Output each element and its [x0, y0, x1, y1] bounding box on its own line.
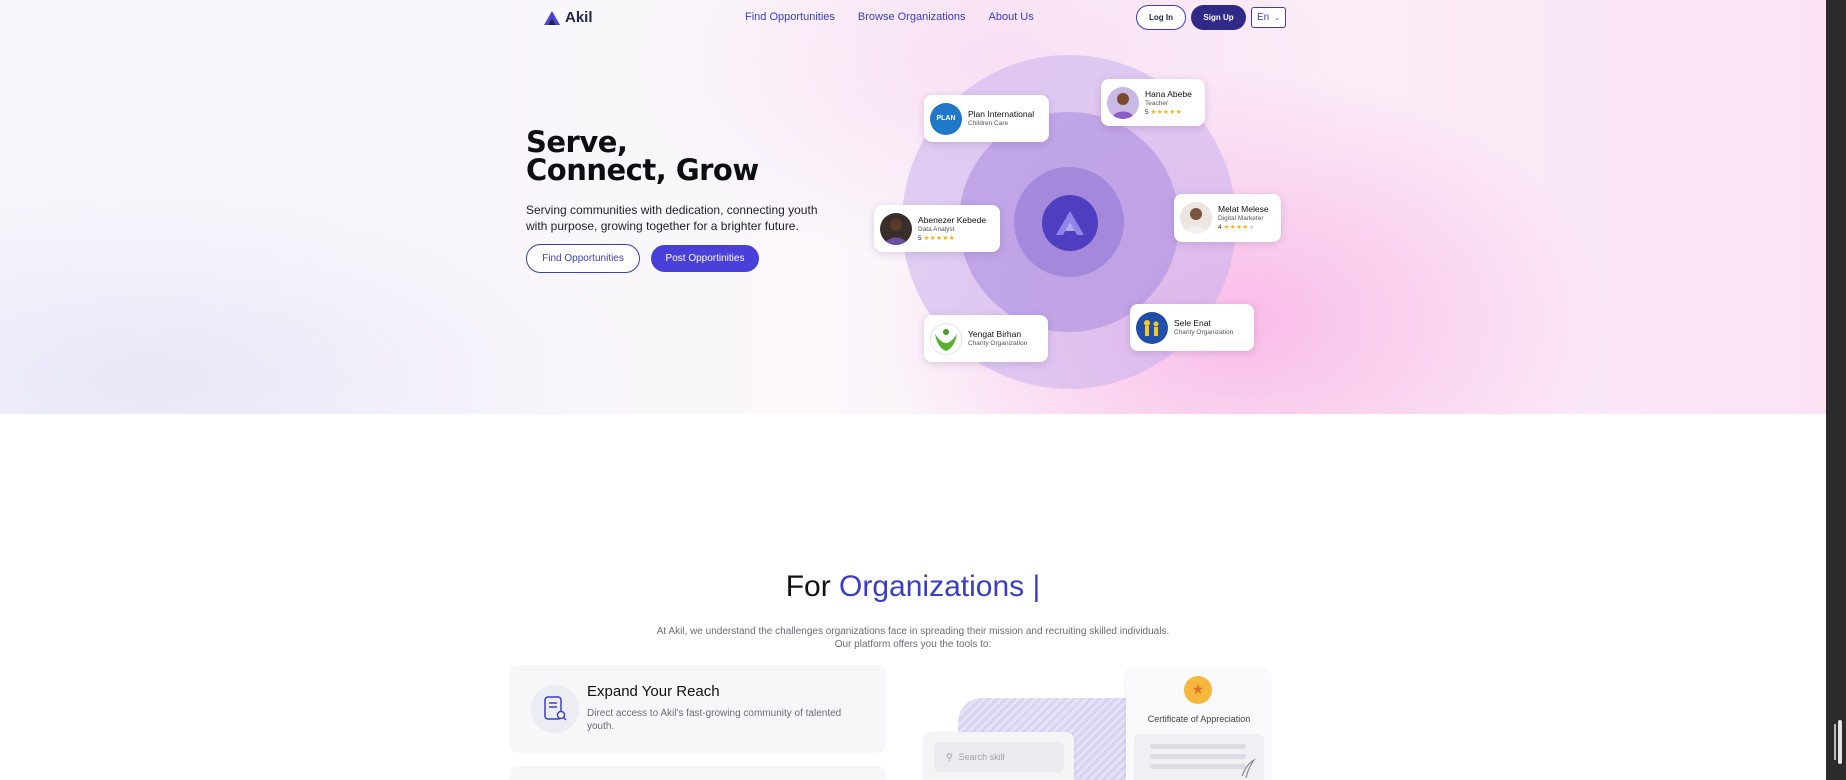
scrollbar-track-mark	[1834, 724, 1836, 760]
hero-title-line2: Connect, Grow	[526, 153, 759, 187]
certificate-body	[1134, 734, 1264, 780]
card-role: Digital Marketer	[1218, 215, 1264, 222]
nav-link-browse-organizations[interactable]: Browse Organizations	[858, 11, 966, 23]
card-name: Melat Melese	[1218, 204, 1269, 214]
hero-subtitle: Serving communities with dedication, con…	[526, 203, 818, 233]
language-select[interactable]: En ⌄	[1251, 7, 1286, 28]
organizations-description: At Akil, we understand the challenges or…	[0, 625, 1826, 651]
avatar	[880, 212, 912, 245]
leaf-logo-icon	[935, 328, 957, 351]
card-name: Yengat Birhan	[968, 329, 1022, 339]
scrollbar-thumb[interactable]	[1838, 720, 1842, 764]
brand-logo[interactable]: Akil	[543, 9, 593, 26]
heading-accent: Organizations	[839, 570, 1025, 603]
card-role: Teacher	[1145, 99, 1169, 107]
desc-line2: Our platform offers you the tools to:	[834, 639, 992, 650]
person-avatar-icon	[1112, 92, 1134, 119]
signup-button[interactable]: Sign Up	[1191, 5, 1246, 30]
org-card-sele-enat[interactable]: Sele Enat Charity Organization	[1130, 304, 1254, 351]
medal-icon: ★	[1184, 676, 1212, 704]
star-icons: ★★★★	[1223, 224, 1249, 231]
search-skill-input: ⚲ Search skill	[934, 742, 1064, 772]
nav-link-find-opportunities[interactable]: Find Opportunities	[745, 11, 835, 23]
text-line	[1150, 764, 1246, 769]
sele-enat-logo	[1136, 311, 1168, 344]
user-card-hana-abebe[interactable]: Hana Abebe Teacher 5 ★★★★★	[1101, 79, 1205, 126]
card-role: Charity Organization	[1174, 329, 1234, 336]
organizations-heading: For Organizations |	[0, 570, 1826, 604]
card-role: Children Care	[968, 120, 1009, 127]
chevron-down-icon: ⌄	[1274, 14, 1281, 22]
nav-links: Find Opportunities Browse Organizations …	[745, 11, 1034, 23]
search-skill-card: ⚲ Search skill	[924, 732, 1074, 780]
search-icon: ⚲	[946, 751, 953, 762]
desc-line1: At Akil, we understand the challenges or…	[656, 626, 1170, 637]
feature-title: Expand Your Reach	[587, 683, 720, 700]
plan-logo: PLAN	[930, 102, 962, 135]
star-empty-icon: ★	[1248, 224, 1255, 231]
avatar	[1180, 202, 1212, 234]
card-name: Hana Abebe	[1145, 88, 1192, 99]
user-card-abenezer-kebede[interactable]: Abenezer Kebede Data Analyst 5 ★★★★★	[874, 205, 1000, 252]
login-button[interactable]: Log In	[1136, 5, 1186, 30]
rating-value: 4	[1218, 224, 1222, 231]
hero-section: Akil Find Opportunities Browse Organizat…	[0, 0, 1826, 414]
heading-prefix: For	[785, 570, 831, 603]
avatar	[1107, 86, 1139, 119]
yengat-logo	[930, 322, 962, 355]
brand-name: Akil	[565, 9, 593, 26]
text-line	[1150, 754, 1246, 759]
text-line	[1150, 744, 1246, 749]
card-rating: 5 ★★★★★	[918, 234, 986, 243]
person-avatar-icon	[885, 218, 907, 245]
star-icons: ★★★★★	[1150, 108, 1183, 116]
rating-value: 5	[918, 234, 922, 242]
card-role: Charity Organization	[968, 340, 1028, 347]
document-search-icon	[531, 685, 579, 733]
center-logo	[1042, 195, 1098, 251]
signature-icon	[1241, 758, 1256, 779]
hero-title-line1: Serve,	[526, 125, 628, 159]
family-logo-icon	[1144, 319, 1159, 336]
org-card-plan-international[interactable]: PLAN Plan International Children Care	[924, 95, 1049, 142]
post-opportunities-button[interactable]: Post Opportinities	[651, 245, 759, 272]
card-name: Sele Enat	[1174, 318, 1211, 328]
organizations-illustration: ⚲ Search skill ★ Certificate of Apprecia…	[916, 668, 1272, 780]
plan-logo-text: PLAN	[936, 115, 956, 122]
card-name: Plan International	[968, 109, 1035, 119]
feature-description: Direct access to Akil's fast-growing com…	[587, 708, 842, 732]
akil-logo-icon	[1056, 211, 1084, 235]
language-value: En	[1256, 12, 1270, 23]
hero-title: Serve, Connect, Grow	[526, 125, 759, 187]
person-avatar-icon	[1185, 208, 1207, 234]
org-card-yengat-birhan[interactable]: Yengat Birhan Charity Organization	[924, 315, 1048, 362]
card-role: Data Analyst	[918, 225, 955, 233]
card-rating: 5 ★★★★★	[1145, 108, 1192, 117]
user-card-melat-melese[interactable]: Melat Melese Digital Marketer 4 ★★★★★	[1174, 194, 1281, 242]
nav-link-about-us[interactable]: About Us	[989, 11, 1034, 23]
feature-card-expand-reach[interactable]: Expand Your Reach Direct access to Akil'…	[510, 665, 886, 753]
search-placeholder: Search skill	[958, 752, 1005, 762]
star-icons: ★★★★★	[923, 234, 956, 242]
page: Akil Find Opportunities Browse Organizat…	[0, 0, 1826, 780]
vertical-scrollbar[interactable]	[1826, 0, 1846, 780]
certificate-card: ★ Certificate of Appreciation	[1126, 668, 1272, 780]
typing-caret: |	[1032, 570, 1041, 603]
feature-card-next[interactable]	[510, 766, 886, 780]
certificate-title: Certificate of Appreciation	[1147, 714, 1251, 724]
top-nav: Akil Find Opportunities Browse Organizat…	[0, 0, 1826, 36]
akil-logo-icon	[544, 10, 560, 25]
card-name: Abenezer Kebede	[918, 214, 987, 225]
find-opportunities-button[interactable]: Find Opportunities	[526, 244, 640, 273]
card-rating: 4 ★★★★★	[1218, 223, 1269, 232]
rating-value: 5	[1145, 108, 1149, 116]
